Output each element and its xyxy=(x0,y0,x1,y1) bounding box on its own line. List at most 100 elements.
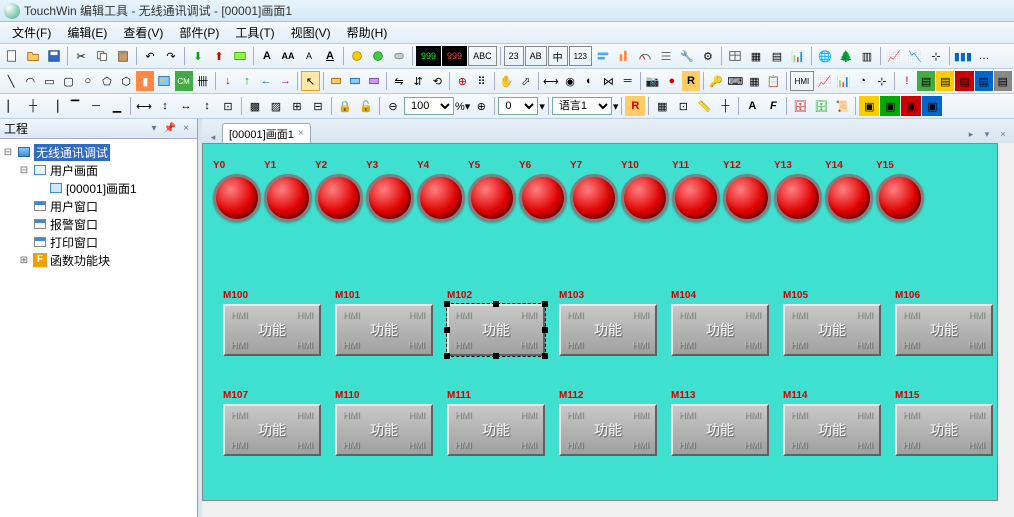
text-abc-icon[interactable]: ABC xyxy=(468,46,497,66)
chart-pie-icon[interactable]: ◔ xyxy=(854,71,872,91)
chinese-input-icon[interactable]: 中 xyxy=(548,46,568,66)
function-button-M114[interactable]: M114HMIHMI功能HMIHMI xyxy=(783,404,881,456)
ruler-icon[interactable]: 📏 xyxy=(694,96,714,116)
meter-icon[interactable] xyxy=(635,46,655,66)
tab-list-icon[interactable]: ▾ xyxy=(980,129,994,143)
alarm-d-icon[interactable]: ▤ xyxy=(955,71,973,91)
font-underline-a-icon[interactable]: A xyxy=(320,46,340,66)
save-icon[interactable] xyxy=(44,46,64,66)
group-icon[interactable]: ⊞ xyxy=(287,96,307,116)
trend-b-icon[interactable]: 📉 xyxy=(905,46,925,66)
menu-tools[interactable]: 工具(T) xyxy=(227,22,282,43)
upload-icon[interactable]: ⬆ xyxy=(209,46,229,66)
slider-icon[interactable]: ⟷ xyxy=(542,71,560,91)
input-ab-icon[interactable]: AB xyxy=(525,46,547,66)
function-button-M105[interactable]: M105HMIHMI功能HMIHMI xyxy=(783,304,881,356)
lang-combo[interactable]: 语言1 xyxy=(552,97,612,115)
win-a-icon[interactable]: ▣ xyxy=(859,96,879,116)
tool-b-icon[interactable]: ⚙ xyxy=(698,46,718,66)
tree-icon[interactable]: 🌲 xyxy=(836,46,856,66)
menu-view[interactable]: 查看(V) xyxy=(115,22,171,43)
open-icon[interactable] xyxy=(23,46,43,66)
tree-screen-1[interactable]: [00001]画面1 xyxy=(2,179,195,197)
align-t-icon[interactable]: ▔ xyxy=(65,96,85,116)
alarm-f-icon[interactable]: ▤ xyxy=(994,71,1012,91)
resize-handle[interactable] xyxy=(444,327,450,333)
tab-close-icon[interactable]: × xyxy=(298,128,304,139)
arc-icon[interactable]: ◠ xyxy=(21,71,39,91)
lamp-Y15[interactable]: Y15 xyxy=(876,174,926,222)
tree-user-windows[interactable]: 用户窗口 xyxy=(2,197,195,215)
resize-handle[interactable] xyxy=(444,301,450,307)
resize-handle[interactable] xyxy=(542,301,548,307)
hmi-icon[interactable]: HMI xyxy=(790,71,815,91)
zoom-combo[interactable]: 100 xyxy=(404,97,454,115)
function-button-M106[interactable]: M106HMIHMI功能HMIHMI xyxy=(895,304,993,356)
num-999-red-icon[interactable]: 999 xyxy=(442,46,467,66)
alarm-e-icon[interactable]: ▤ xyxy=(975,71,993,91)
front-icon[interactable]: ▩ xyxy=(245,96,265,116)
resize-handle[interactable] xyxy=(444,353,450,359)
more-icon[interactable]: … xyxy=(974,46,994,66)
lamp-Y12[interactable]: Y12 xyxy=(723,174,773,222)
lamp-Y7[interactable]: Y7 xyxy=(570,174,620,222)
chart-bar-icon[interactable]: 📊 xyxy=(834,71,852,91)
cut-icon[interactable]: ✂ xyxy=(71,46,91,66)
function-button-M115[interactable]: M115HMIHMI功能HMIHMI xyxy=(895,404,993,456)
function-button-M101[interactable]: M101HMIHMI功能HMIHMI xyxy=(335,304,433,356)
menu-help[interactable]: 帮助(H) xyxy=(339,22,396,43)
db-b-icon[interactable]: 🗄 xyxy=(811,96,831,116)
grid-b-icon[interactable]: ▤ xyxy=(767,46,787,66)
keyboard-icon[interactable]: ▦ xyxy=(745,71,763,91)
win-b-icon[interactable]: ▣ xyxy=(880,96,900,116)
alarm-c-icon[interactable]: ▤ xyxy=(936,71,954,91)
bar-h-icon[interactable] xyxy=(593,46,613,66)
valve-icon[interactable]: ⋈ xyxy=(599,71,617,91)
pipe-icon[interactable]: ═ xyxy=(619,71,637,91)
dist-v-icon[interactable]: ↕ xyxy=(155,96,175,116)
globe-icon[interactable]: 🌐 xyxy=(815,46,835,66)
tree-user-screens[interactable]: ⊟用户画面 xyxy=(2,161,195,179)
tree-alarm-windows[interactable]: 报警窗口 xyxy=(2,215,195,233)
input-23-icon[interactable]: 23 xyxy=(504,46,524,66)
lamp-Y3[interactable]: Y3 xyxy=(366,174,416,222)
same-w-icon[interactable]: ↔ xyxy=(176,96,196,116)
rect-icon[interactable]: ▭ xyxy=(40,71,58,91)
hand-icon[interactable]: ✋ xyxy=(498,71,516,91)
lamp-Y1[interactable]: Y1 xyxy=(264,174,314,222)
align-l-icon[interactable]: ▏ xyxy=(2,96,22,116)
lock-icon[interactable]: 🔒 xyxy=(335,96,355,116)
dots-icon[interactable]: ⠿ xyxy=(472,71,490,91)
line-icon[interactable]: ╲ xyxy=(2,71,20,91)
lamp-Y14[interactable]: Y14 xyxy=(825,174,875,222)
bar-v-icon[interactable] xyxy=(614,46,634,66)
win-d-icon[interactable]: ▣ xyxy=(922,96,942,116)
run-r-icon[interactable]: R xyxy=(625,96,645,116)
function-button-M110[interactable]: M110HMIHMI功能HMIHMI xyxy=(335,404,433,456)
alarm-a-icon[interactable]: ! xyxy=(898,71,916,91)
resize-handle[interactable] xyxy=(493,301,499,307)
keypad-icon[interactable]: ⌨ xyxy=(726,71,744,91)
dist-h-icon[interactable]: ⟷ xyxy=(134,96,154,116)
polygon-icon[interactable]: ⬠ xyxy=(98,71,116,91)
tree-root[interactable]: ⊟无线通讯调试 xyxy=(2,143,195,161)
chart-xy-icon[interactable]: ⊹ xyxy=(873,71,891,91)
align-b-icon[interactable]: ▁ xyxy=(107,96,127,116)
resize-handle[interactable] xyxy=(493,353,499,359)
list-icon[interactable] xyxy=(656,46,676,66)
panel-menu-icon[interactable]: ▾ xyxy=(147,122,161,136)
arrow-d-icon[interactable]: ↓ xyxy=(219,71,237,91)
tab-close-all-icon[interactable]: × xyxy=(996,129,1010,143)
lamp-Y4[interactable]: Y4 xyxy=(417,174,467,222)
font-a-icon[interactable]: A xyxy=(257,46,277,66)
redo-icon[interactable]: ↷ xyxy=(161,46,181,66)
switch-icon[interactable] xyxy=(389,46,409,66)
lamp2-icon[interactable]: ● xyxy=(663,71,681,91)
alarm-b-icon[interactable]: ▤ xyxy=(917,71,935,91)
tab-screen-1[interactable]: [00001]画面1 × xyxy=(222,123,311,143)
panel-close-icon[interactable]: × xyxy=(179,122,193,136)
win-c-icon[interactable]: ▣ xyxy=(901,96,921,116)
resize-handle[interactable] xyxy=(542,353,548,359)
lamp-Y5[interactable]: Y5 xyxy=(468,174,518,222)
menu-file[interactable]: 文件(F) xyxy=(4,22,59,43)
